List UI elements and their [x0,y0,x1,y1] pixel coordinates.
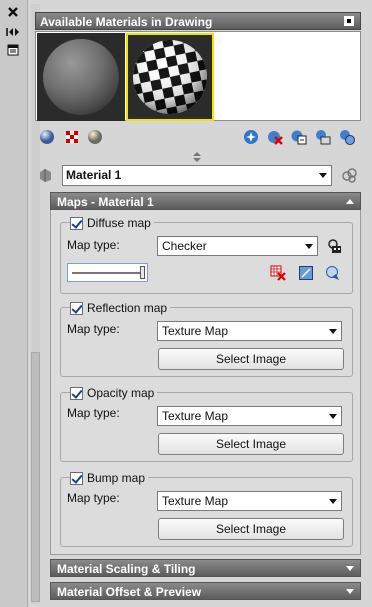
reflection-map-checkbox[interactable] [70,301,83,315]
synchronize-icon[interactable] [324,264,342,282]
chevron-down-icon [319,173,327,178]
opacity-map-checkbox-row[interactable]: Opacity map [70,385,158,401]
close-icon[interactable] [4,4,22,20]
collapse-arrows-icon[interactable] [4,24,22,40]
diffuse-map-type-value: Checker [162,239,207,253]
opacity-select-image-button[interactable]: Select Image [158,433,344,455]
gallery-view-toggle-icon[interactable] [344,16,354,26]
chevron-down-icon [329,414,337,419]
apply-icon[interactable] [290,128,308,146]
purge-icon[interactable] [266,128,284,146]
bump-map-type-select[interactable]: Texture Map [157,491,342,511]
diffuse-map-type-select[interactable]: Checker [157,236,318,256]
opacity-map-type-select[interactable]: Texture Map [157,406,342,426]
slider-track [72,272,142,274]
slider-thumb[interactable] [140,266,145,279]
diffuse-map-fade-slider[interactable] [67,263,148,282]
diffuse-map-checkbox[interactable] [70,216,83,230]
available-materials-title: Available Materials in Drawing [40,15,213,29]
reflection-map-type-value: Texture Map [162,324,229,338]
opacity-map-label: Opacity map [87,386,155,400]
bump-map-label: Bump map [87,471,146,485]
splitter-grip-icon[interactable] [190,151,204,163]
chevron-down-icon [329,499,337,504]
bump-map-type-label: Map type: [67,491,120,505]
material-select-value: Material 1 [66,168,122,182]
maps-section-header[interactable]: Maps - Material 1 [50,192,361,210]
checker-sphere-preview [133,40,207,114]
chevron-down-icon [305,244,313,249]
opacity-map-type-label: Map type: [67,406,120,420]
material-scaling-tiling-header[interactable]: Material Scaling & Tiling [50,559,361,577]
select-map-icon[interactable] [326,237,344,255]
reflection-map-type-select[interactable]: Texture Map [157,321,342,341]
plain-sphere-preview [43,39,119,115]
checker-icon[interactable] [63,128,81,146]
chevron-down-icon [329,329,337,334]
attach-icon[interactable] [338,128,356,146]
material-swatch-global[interactable] [37,33,125,121]
diffuse-map-checkbox-row[interactable]: Diffuse map [70,215,154,231]
properties-icon[interactable] [4,42,22,58]
chevron-up-icon [346,199,354,204]
reflection-map-checkbox-row[interactable]: Reflection map [70,300,171,316]
material-swatch-material-1[interactable] [126,33,214,121]
diffuse-map-label: Diffuse map [87,216,151,230]
material-scaling-tiling-title: Material Scaling & Tiling [57,562,196,576]
edit-map-icon[interactable] [297,264,315,282]
bump-select-image-button[interactable]: Select Image [158,518,344,540]
palette-dock-strip [0,0,28,607]
chevron-down-icon [346,566,354,571]
chevron-down-icon [346,589,354,594]
material-offset-preview-title: Material Offset & Preview [57,585,202,599]
material-swatch-gallery [35,31,361,121]
background-sphere-icon[interactable] [86,128,104,146]
sphere-icon[interactable] [38,128,56,146]
maps-section-title: Maps - Material 1 [57,195,154,209]
delete-map-icon[interactable] [269,264,287,282]
reflection-map-type-label: Map type: [67,322,120,336]
create-material-icon[interactable] [242,128,260,146]
material-offset-preview-header[interactable]: Material Offset & Preview [50,582,361,600]
reflection-select-image-button[interactable]: Select Image [158,348,344,370]
material-settings-icon[interactable] [340,166,358,184]
opacity-map-checkbox[interactable] [70,386,83,400]
material-select[interactable]: Material 1 [62,165,332,186]
diffuse-map-group [60,222,353,294]
reflection-map-label: Reflection map [87,301,168,315]
bump-map-checkbox[interactable] [70,471,83,485]
select-objects-icon[interactable] [314,128,332,146]
palette-scrollbar-thumb[interactable] [31,352,40,602]
bump-map-type-value: Texture Map [162,494,229,508]
available-materials-header: Available Materials in Drawing [35,12,361,30]
bump-map-checkbox-row[interactable]: Bump map [70,470,149,486]
material-library-icon[interactable] [36,166,54,184]
diffuse-map-type-label: Map type: [67,238,120,252]
opacity-map-type-value: Texture Map [162,409,229,423]
